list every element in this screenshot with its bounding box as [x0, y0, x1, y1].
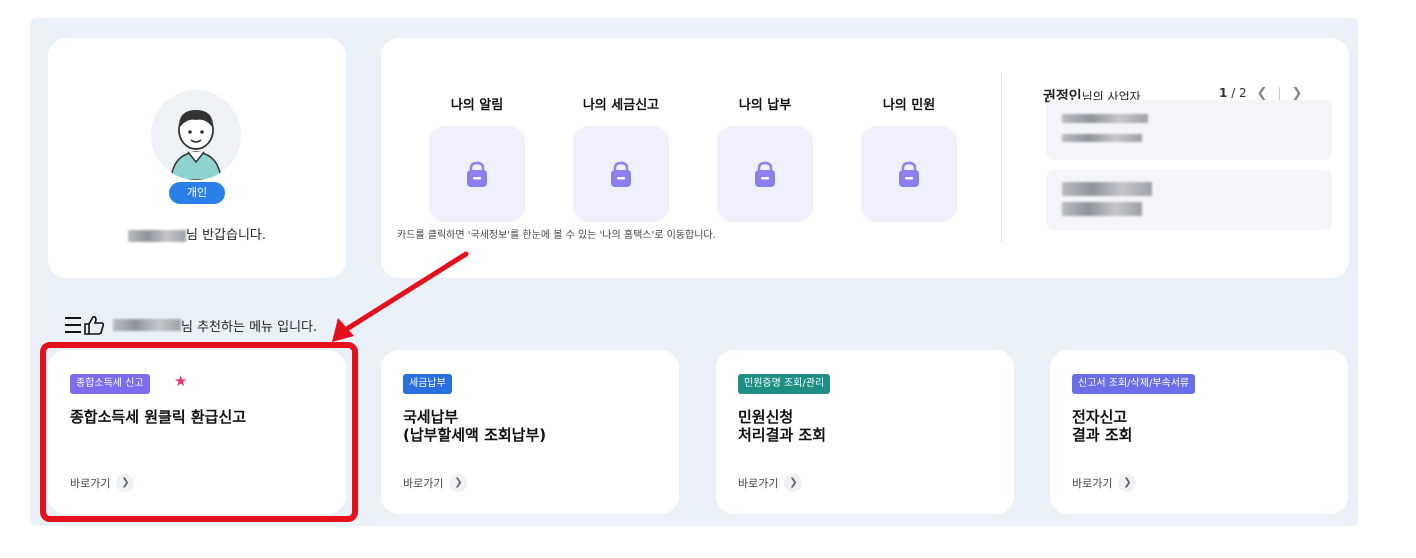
annotation-arrow-icon: [332, 251, 469, 342]
